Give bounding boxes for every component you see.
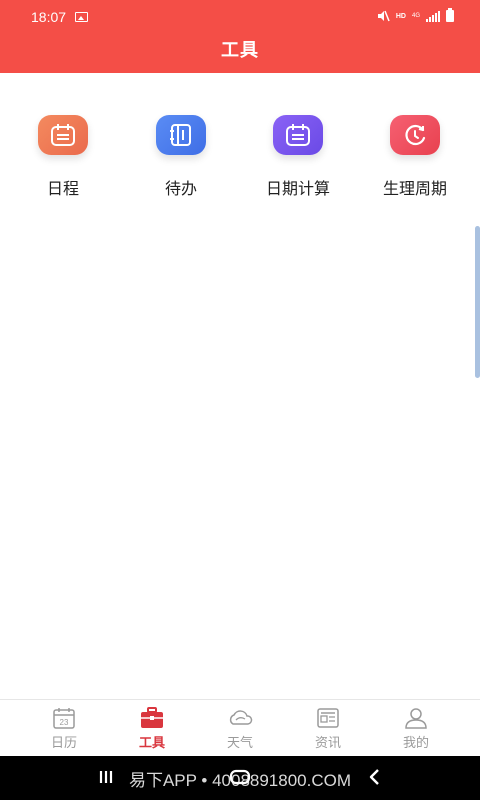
hd-indicator: HD xyxy=(395,12,406,20)
tool-todo[interactable]: 待办 xyxy=(131,115,231,199)
tab-profile[interactable]: 我的 xyxy=(386,706,446,751)
profile-tab-icon xyxy=(386,706,446,730)
tab-label: 资讯 xyxy=(314,736,341,751)
tab-label: 日历 xyxy=(50,736,77,751)
tool-label: 日期计算 xyxy=(265,179,330,198)
tools-grid: 日程 待办 日期计算 生理周期 xyxy=(0,115,480,205)
clock-cycle-icon xyxy=(390,115,440,155)
tab-weather[interactable]: 天气 xyxy=(210,706,270,751)
status-right: HD 4G xyxy=(377,8,454,22)
notebook-icon xyxy=(156,115,206,155)
tab-tools[interactable]: 工具 xyxy=(122,706,182,751)
calendar-icon xyxy=(38,115,88,155)
mute-icon xyxy=(377,10,390,22)
status-time: 18:07 xyxy=(31,9,67,25)
tool-schedule[interactable]: 日程 xyxy=(13,115,113,199)
tool-menstrual-cycle[interactable]: 生理周期 xyxy=(365,115,465,199)
signal-icon xyxy=(426,10,440,22)
tab-calendar[interactable]: 23 日历 xyxy=(34,706,94,751)
back-icon[interactable] xyxy=(368,768,382,786)
tool-date-calc[interactable]: 日期计算 xyxy=(248,115,348,199)
tool-label: 生理周期 xyxy=(382,179,447,198)
top-bar: 18:07 HD 4G 工具 xyxy=(0,0,480,73)
tool-label: 待办 xyxy=(164,179,197,198)
screen: 18:07 HD 4G 工具 日程 待办 日期计算 生理周期 23 日历 工具 … xyxy=(0,0,480,800)
page-title: 工具 xyxy=(221,40,259,61)
tab-news[interactable]: 资讯 xyxy=(298,706,358,751)
network-indicator: 4G xyxy=(411,13,420,19)
tab-label: 我的 xyxy=(402,736,429,751)
status-bar: 18:07 HD 4G xyxy=(0,0,480,36)
calendar-day: 23 xyxy=(60,718,69,727)
tab-label: 天气 xyxy=(226,736,253,751)
news-tab-icon xyxy=(298,706,358,730)
calendar-tab-icon: 23 xyxy=(34,706,94,730)
image-notification-icon xyxy=(75,12,88,22)
battery-icon xyxy=(446,8,454,22)
bottom-tab-bar: 23 日历 工具 天气 资讯 我的 xyxy=(0,699,480,756)
system-nav-bar: 易下APP • 4008891800.COM xyxy=(0,756,480,800)
scrollbar[interactable] xyxy=(475,226,480,378)
weather-tab-icon xyxy=(210,706,270,730)
calendar-calc-icon xyxy=(273,115,323,155)
home-icon[interactable] xyxy=(229,768,251,786)
toolbox-tab-icon xyxy=(122,706,182,730)
tab-label: 工具 xyxy=(138,736,165,751)
tool-label: 日程 xyxy=(46,179,79,198)
recent-apps-icon[interactable] xyxy=(98,768,114,786)
